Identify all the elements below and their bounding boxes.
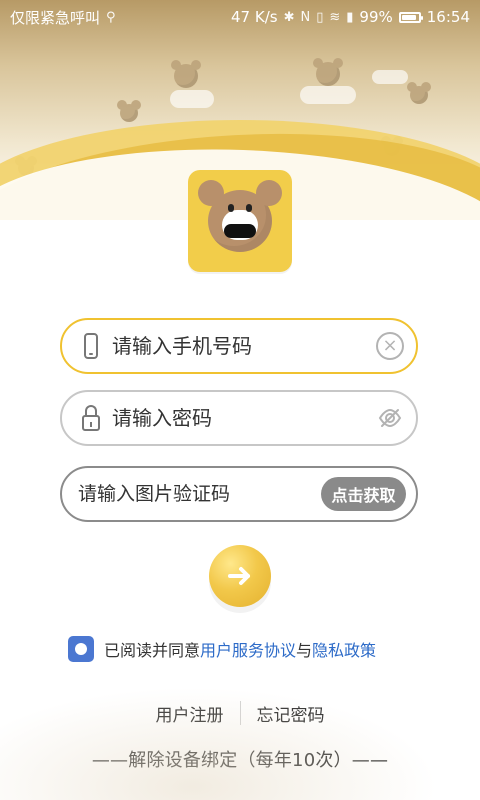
app-logo [188, 170, 292, 272]
agreement-row: 已阅读并同意用户服务协议与隐私政策 [68, 632, 428, 666]
privacy-link[interactable]: 隐私政策 [312, 641, 376, 660]
agreement-middle: 与 [296, 641, 313, 660]
agreement-text: 已阅读并同意用户服务协议与隐私政策 [104, 637, 376, 661]
nfc-icon: N [300, 9, 311, 25]
password-field[interactable] [60, 390, 418, 446]
terms-link[interactable]: 用户服务协议 [200, 641, 296, 660]
cloud-decoration [300, 86, 356, 104]
bluetooth-icon: ✱ [283, 9, 295, 25]
divider [239, 701, 241, 725]
mouse-decoration [407, 82, 431, 104]
login-submit-button[interactable] [209, 545, 271, 607]
clear-icon[interactable]: × [376, 332, 404, 360]
get-code-button[interactable]: 点击获取 [321, 477, 406, 511]
battery-icon [398, 11, 423, 23]
agreement-prefix: 已阅读并同意 [104, 641, 201, 660]
game-controller-icon [224, 224, 256, 238]
lock-icon [80, 401, 102, 435]
arrow-right-icon [228, 567, 250, 585]
cloud-decoration [170, 90, 214, 108]
phone-icon [80, 329, 102, 363]
mouse-decoration [171, 60, 201, 88]
status-left-text: 仅限紧急呼叫 [10, 8, 101, 27]
wifi-icon: ≋ [329, 9, 341, 25]
phone-glyph [84, 333, 98, 359]
signal-icon: ▮ [346, 9, 354, 25]
bottom-links: 用户注册 忘记密码 [0, 700, 480, 726]
mouse-eye-left [228, 204, 234, 212]
mouse-ear-right [256, 180, 282, 206]
unbind-device-link[interactable]: ——解除设备绑定（每年10次）—— [0, 746, 480, 772]
captcha-field[interactable]: 点击获取 [60, 466, 418, 522]
cloud-decoration [372, 70, 408, 84]
captcha-input[interactable] [78, 483, 321, 505]
forgot-password-link[interactable]: 忘记密码 [257, 701, 325, 726]
battery-percent: 99% [359, 8, 393, 26]
mouse-decoration [313, 58, 343, 86]
clock-time: 16:54 [426, 8, 470, 26]
status-right: 47 K/s ✱ N ▯ ≋ ▮ 99% 16:54 [231, 8, 470, 26]
usb-icon: ⚲ [106, 9, 116, 25]
mouse-logo-icon [198, 180, 282, 252]
eye-off-icon[interactable] [376, 404, 404, 432]
phone-field[interactable]: × [60, 318, 418, 374]
lock-glyph [82, 405, 100, 431]
network-speed: 47 K/s [231, 8, 278, 26]
mouse-eye-right [246, 204, 252, 212]
vibrate-icon: ▯ [316, 9, 324, 25]
agreement-checkbox[interactable] [68, 636, 94, 662]
mouse-decoration [117, 100, 141, 122]
status-left: 仅限紧急呼叫 ⚲ [10, 7, 116, 28]
mouse-ear-left [198, 180, 224, 206]
register-link[interactable]: 用户注册 [156, 701, 224, 726]
status-bar: 仅限紧急呼叫 ⚲ 47 K/s ✱ N ▯ ≋ ▮ 99% 16:54 [0, 0, 480, 34]
footer-decoration [0, 670, 480, 800]
phone-input[interactable] [112, 320, 376, 372]
password-input[interactable] [112, 392, 376, 444]
